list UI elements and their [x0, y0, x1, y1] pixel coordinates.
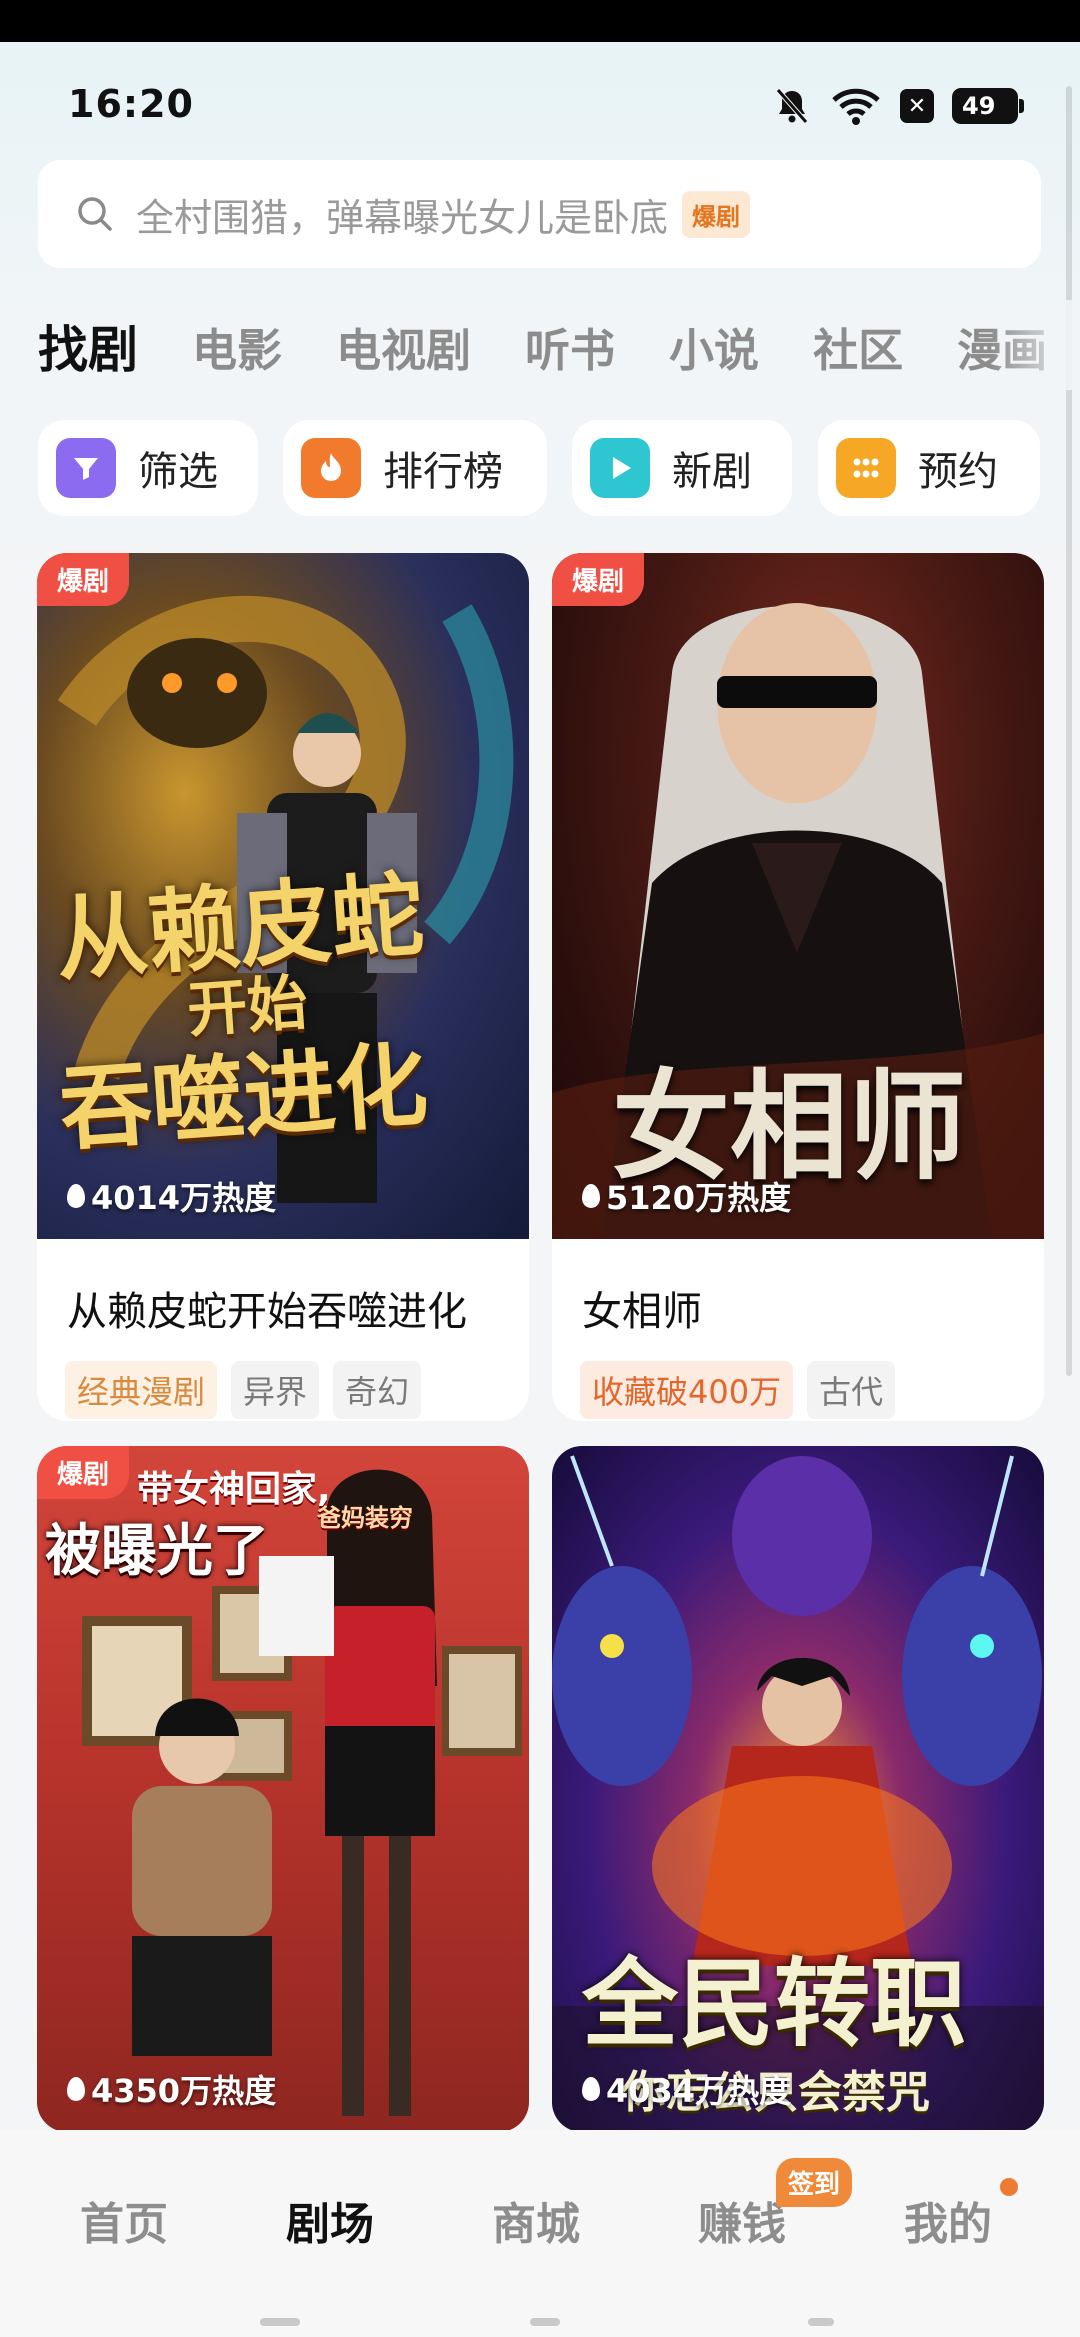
- filter-label: 筛选: [138, 449, 218, 495]
- tag-chip[interactable]: 古代: [807, 1361, 896, 1419]
- poster-image[interactable]: 带女神回家, 爸妈装穷 被曝光了 爆剧 4350万热度: [37, 1446, 529, 2132]
- filter-icon: [56, 438, 116, 498]
- play-icon: [590, 438, 650, 498]
- battery-indicator: 49: [952, 88, 1024, 124]
- nav-mall[interactable]: 商城: [492, 2188, 580, 2252]
- search-placeholder: 全村围猎，弹幕曝光女儿是卧底: [136, 195, 669, 240]
- hot-badge: 爆剧: [552, 553, 645, 606]
- poster-image[interactable]: 从赖皮蛇 开始 吞噬进化 爆剧 4014万热度: [37, 553, 529, 1239]
- ranking-button[interactable]: 排行榜: [283, 420, 547, 516]
- system-nav-menu[interactable]: [260, 2318, 300, 2326]
- poster-image[interactable]: 女相师 爆剧 5120万热度: [552, 553, 1044, 1239]
- drama-title[interactable]: 从赖皮蛇开始吞噬进化: [67, 1279, 467, 1337]
- poster-subtitle: 带女神回家,: [137, 1469, 331, 1510]
- poster-title-line-3: 吞噬进化: [56, 1031, 431, 1164]
- flame-drop-icon: [67, 2077, 85, 2101]
- tag-list: 经典漫剧 异界 奇幻: [65, 1361, 422, 1419]
- system-nav-home[interactable]: [530, 2318, 560, 2326]
- scrollbar[interactable]: [1066, 86, 1072, 1376]
- heat-count: 4350万热度: [67, 2066, 276, 2112]
- tag-chip[interactable]: 异界: [231, 1361, 320, 1419]
- new-drama-button[interactable]: 新剧: [572, 420, 792, 516]
- heat-value: 4350万热度: [91, 2072, 277, 2110]
- heat-value: 4014万热度: [91, 1179, 277, 1217]
- tag-chip[interactable]: 收藏破400万: [580, 1361, 794, 1419]
- flame-drop-icon: [582, 1184, 600, 1208]
- status-bar: 16:20 ✕ 49: [0, 42, 1080, 162]
- app-notification-icon: ✕: [900, 89, 934, 123]
- hot-badge: 爆剧: [37, 553, 130, 606]
- poster-title: 被曝光了: [45, 1519, 269, 1584]
- tab-tv-series[interactable]: 电视剧: [336, 314, 471, 379]
- reservation-button[interactable]: 预约: [818, 420, 1040, 516]
- heat-count: 5120万热度: [582, 1173, 791, 1219]
- filter-button[interactable]: 筛选: [38, 420, 258, 516]
- flame-drop-icon: [582, 2077, 600, 2101]
- search-hot-tag: 爆剧: [682, 190, 751, 238]
- bottom-nav: 首页 剧场 商城 赚钱 我的: [0, 2130, 1080, 2337]
- tab-movies[interactable]: 电影: [192, 314, 282, 379]
- nav-home[interactable]: 首页: [80, 2188, 168, 2252]
- heat-value: 5120万热度: [606, 1179, 792, 1217]
- nav-earn[interactable]: 赚钱: [698, 2188, 786, 2252]
- system-nav-back[interactable]: [808, 2318, 834, 2326]
- ranking-label: 排行榜: [383, 449, 503, 495]
- wifi-icon: [832, 88, 880, 125]
- hot-badge: 爆剧: [37, 1446, 130, 1499]
- drama-title[interactable]: 女相师: [582, 1279, 702, 1337]
- heat-count: 4014万热度: [67, 1173, 276, 1219]
- search-bar[interactable]: 全村围猎，弹幕曝光女儿是卧底 爆剧: [38, 160, 1041, 268]
- notification-dot: [1000, 2178, 1018, 2196]
- tab-novels[interactable]: 小说: [669, 314, 759, 379]
- top-bezel: [0, 0, 1080, 42]
- tabs-fade: [990, 300, 1080, 390]
- poster-subtitle-2: 爸妈装穷: [317, 1504, 413, 1532]
- new-drama-label: 新剧: [672, 449, 752, 495]
- reservation-label: 预约: [918, 449, 998, 495]
- grid-icon: [836, 438, 896, 498]
- mute-bell-icon: [776, 88, 808, 124]
- tag-chip[interactable]: 经典漫剧: [65, 1361, 218, 1419]
- flame-drop-icon: [67, 1184, 85, 1208]
- tab-find-drama[interactable]: 找剧: [38, 310, 138, 382]
- category-tabs: 找剧 电影 电视剧 听书 小说 社区 漫画: [38, 306, 1080, 386]
- tab-community[interactable]: 社区: [813, 314, 903, 379]
- poster-image[interactable]: 全民转职 你忘公只会禁咒 4034万热度: [552, 1446, 1044, 2132]
- status-time: 16:20: [68, 82, 194, 126]
- drama-card[interactable]: 带女神回家, 爸妈装穷 被曝光了 爆剧 4350万热度: [37, 1446, 529, 2132]
- signin-badge[interactable]: 签到: [776, 2158, 853, 2207]
- tag-list: 收藏破400万 古代: [580, 1361, 896, 1419]
- tab-audiobooks[interactable]: 听书: [525, 314, 615, 379]
- status-icons: ✕ 49: [772, 86, 1024, 126]
- nav-theater[interactable]: 剧场: [286, 2188, 374, 2252]
- drama-card[interactable]: 女相师 爆剧 5120万热度 女相师 收藏破400万 古代: [552, 553, 1044, 1421]
- drama-card[interactable]: 从赖皮蛇 开始 吞噬进化 爆剧 4014万热度 从赖皮蛇开始吞噬进化 经典漫剧 …: [37, 553, 529, 1421]
- heat-value: 4034万热度: [606, 2072, 792, 2110]
- heat-count: 4034万热度: [582, 2066, 791, 2112]
- nav-me[interactable]: 我的: [904, 2188, 992, 2252]
- tag-chip[interactable]: 奇幻: [333, 1361, 422, 1419]
- flame-icon: [301, 438, 361, 498]
- search-icon: [78, 197, 112, 231]
- drama-card[interactable]: 全民转职 你忘公只会禁咒 4034万热度: [552, 1446, 1044, 2132]
- poster-title: 全民转职: [582, 1948, 966, 2060]
